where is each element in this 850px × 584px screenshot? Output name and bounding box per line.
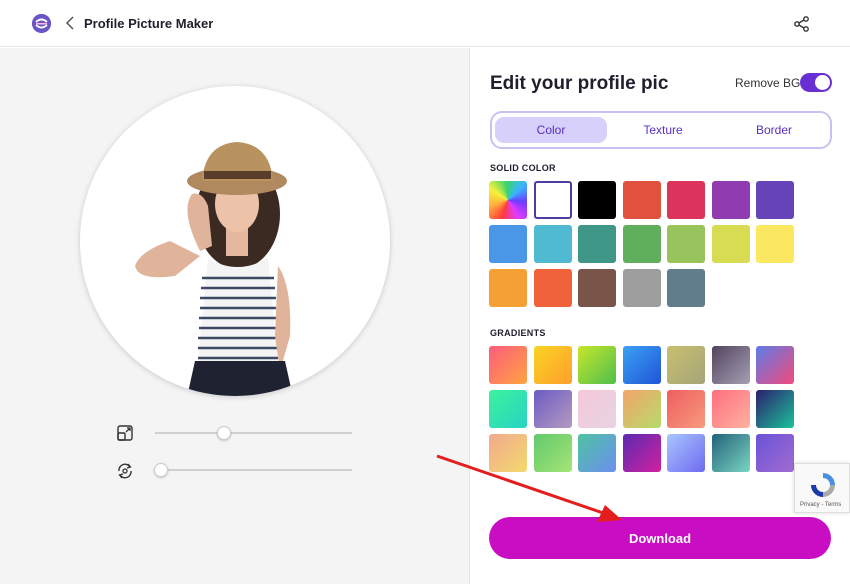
gradient-swatch[interactable] bbox=[711, 434, 750, 472]
solid-color-swatch[interactable] bbox=[667, 269, 705, 307]
recaptcha-links[interactable]: Privacy - Terms bbox=[800, 502, 841, 508]
solid-color-swatch[interactable] bbox=[489, 181, 527, 219]
gradient-swatch[interactable] bbox=[489, 346, 527, 384]
solid-color-swatch[interactable] bbox=[667, 225, 705, 263]
solid-color-swatch[interactable] bbox=[622, 269, 661, 307]
tab-border[interactable]: Border bbox=[719, 117, 829, 143]
gradient-swatch[interactable] bbox=[667, 346, 705, 384]
solid-color-swatch[interactable] bbox=[667, 181, 705, 219]
solid-color-swatch[interactable] bbox=[533, 181, 572, 219]
solid-color-swatch[interactable] bbox=[578, 225, 616, 263]
solid-color-swatch[interactable] bbox=[756, 225, 794, 263]
solid-color-swatch[interactable] bbox=[622, 181, 661, 219]
gradient-swatch[interactable] bbox=[489, 434, 527, 472]
rotate-slider-track[interactable] bbox=[155, 469, 352, 471]
gradient-swatch[interactable] bbox=[756, 390, 794, 428]
download-button[interactable]: Download bbox=[489, 517, 831, 559]
gradient-swatch[interactable] bbox=[622, 434, 661, 472]
gradient-swatch[interactable] bbox=[711, 390, 750, 428]
gradient-swatch[interactable] bbox=[622, 346, 661, 384]
rotate-icon bbox=[115, 461, 135, 481]
editor-tabs: Color Texture Border bbox=[490, 111, 832, 149]
solid-color-swatch[interactable] bbox=[578, 181, 616, 219]
page-title: Profile Picture Maker bbox=[84, 16, 214, 31]
solid-color-swatch[interactable] bbox=[533, 269, 572, 307]
share-icon[interactable] bbox=[793, 15, 811, 33]
top-bar: Profile Picture Maker bbox=[0, 0, 850, 47]
gradient-swatch[interactable] bbox=[711, 346, 750, 384]
solid-color-swatch[interactable] bbox=[711, 225, 750, 263]
solid-color-swatch[interactable] bbox=[578, 269, 616, 307]
gradient-swatch[interactable] bbox=[578, 390, 616, 428]
gradient-swatch[interactable] bbox=[578, 434, 616, 472]
gradient-swatch[interactable] bbox=[489, 390, 527, 428]
resize-icon bbox=[115, 423, 135, 443]
solid-color-swatch[interactable] bbox=[622, 225, 661, 263]
remove-bg-toggle[interactable] bbox=[800, 73, 832, 92]
zoom-slider-track[interactable] bbox=[155, 432, 352, 434]
gradient-swatch[interactable] bbox=[622, 390, 661, 428]
gradient-swatch[interactable] bbox=[578, 346, 616, 384]
solid-color-swatch[interactable] bbox=[489, 269, 527, 307]
person-photo bbox=[135, 142, 293, 396]
gradients-heading: GRADIENTS bbox=[490, 328, 546, 338]
editor-title: Edit your profile pic bbox=[490, 73, 669, 94]
profile-preview bbox=[80, 86, 390, 396]
recaptcha-icon bbox=[811, 473, 835, 497]
gradient-swatch[interactable] bbox=[533, 390, 572, 428]
rotate-slider-handle[interactable] bbox=[153, 463, 168, 477]
remove-bg-label: Remove BG bbox=[735, 76, 801, 90]
preview-panel bbox=[0, 48, 469, 584]
gradient-swatch[interactable] bbox=[667, 434, 705, 472]
app-logo-icon[interactable] bbox=[32, 14, 51, 33]
gradient-swatch[interactable] bbox=[667, 390, 705, 428]
zoom-slider-handle[interactable] bbox=[216, 426, 231, 440]
chevron-left-icon[interactable] bbox=[63, 13, 79, 33]
solid-color-swatch[interactable] bbox=[711, 181, 750, 219]
gradient-swatch[interactable] bbox=[756, 346, 794, 384]
solid-color-swatch[interactable] bbox=[489, 225, 527, 263]
solid-color-swatch[interactable] bbox=[756, 181, 794, 219]
solid-color-heading: SOLID COLOR bbox=[490, 163, 556, 173]
recaptcha-badge[interactable]: Privacy - Terms bbox=[794, 463, 850, 513]
tab-color[interactable]: Color bbox=[495, 117, 607, 143]
gradient-swatch[interactable] bbox=[533, 434, 572, 472]
gradient-swatch[interactable] bbox=[756, 434, 794, 472]
gradient-swatch[interactable] bbox=[533, 346, 572, 384]
editor-panel: Edit your profile pic Remove BG Color Te… bbox=[469, 48, 850, 584]
tab-texture[interactable]: Texture bbox=[607, 117, 719, 143]
solid-color-swatch[interactable] bbox=[533, 225, 572, 263]
